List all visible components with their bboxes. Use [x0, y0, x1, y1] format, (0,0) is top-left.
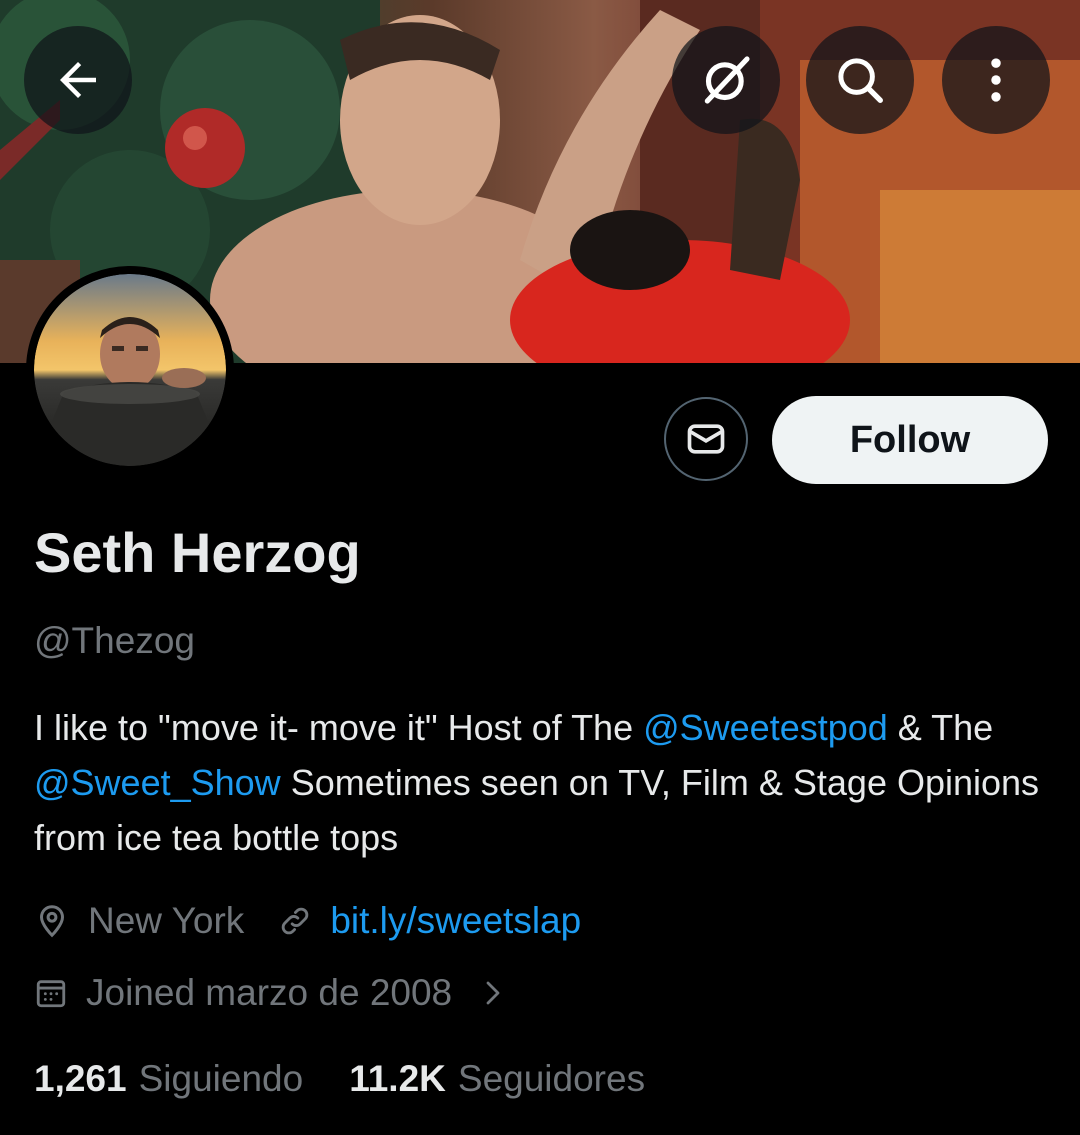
following-label: Siguiendo [138, 1058, 304, 1099]
mail-icon [687, 424, 725, 454]
link-icon [278, 904, 312, 938]
message-button[interactable] [664, 397, 748, 481]
bio-text: I like to "move it- move it" Host of The [34, 707, 644, 748]
follow-button[interactable]: Follow [772, 396, 1048, 484]
following-count: 1,261 [34, 1058, 127, 1099]
avatar[interactable] [26, 266, 234, 474]
location-text: New York [88, 900, 245, 941]
calendar-icon [34, 976, 68, 1010]
more-vertical-icon [991, 58, 1001, 102]
grok-button[interactable] [672, 26, 780, 134]
location-icon [34, 903, 70, 939]
chevron-right-icon[interactable] [478, 978, 508, 1008]
avatar-image [34, 274, 226, 466]
joined-text: Joined marzo de 2008 [86, 972, 453, 1013]
website-link[interactable]: bit.ly/sweetslap [330, 900, 581, 942]
followers-link[interactable]: 11.2K Seguidores [349, 1058, 645, 1100]
followers-count: 11.2K [349, 1058, 446, 1099]
bio-mention-link[interactable]: @Sweetestpod [643, 707, 888, 748]
grok-icon [704, 56, 750, 104]
profile-joined[interactable]: Joined marzo de 2008 [34, 972, 508, 1014]
followers-label: Seguidores [457, 1058, 646, 1099]
search-icon [838, 58, 883, 103]
more-options-button[interactable] [942, 26, 1050, 134]
bio-mention-link[interactable]: @Sweet_Show [34, 762, 281, 803]
back-button[interactable] [24, 26, 132, 134]
search-button[interactable] [806, 26, 914, 134]
arrow-left-icon [60, 62, 96, 98]
profile-stats: 1,261 Siguiendo 11.2K Seguidores [34, 1058, 645, 1100]
profile-meta: New York bit.ly/sweetslap [34, 900, 581, 942]
following-link[interactable]: 1,261 Siguiendo [34, 1058, 303, 1100]
bio-text: & The [887, 707, 994, 748]
profile-bio: I like to "move it- move it" Host of The… [34, 700, 1064, 865]
profile-name: Seth Herzog [34, 521, 361, 584]
profile-handle: @Thezog [34, 620, 195, 661]
